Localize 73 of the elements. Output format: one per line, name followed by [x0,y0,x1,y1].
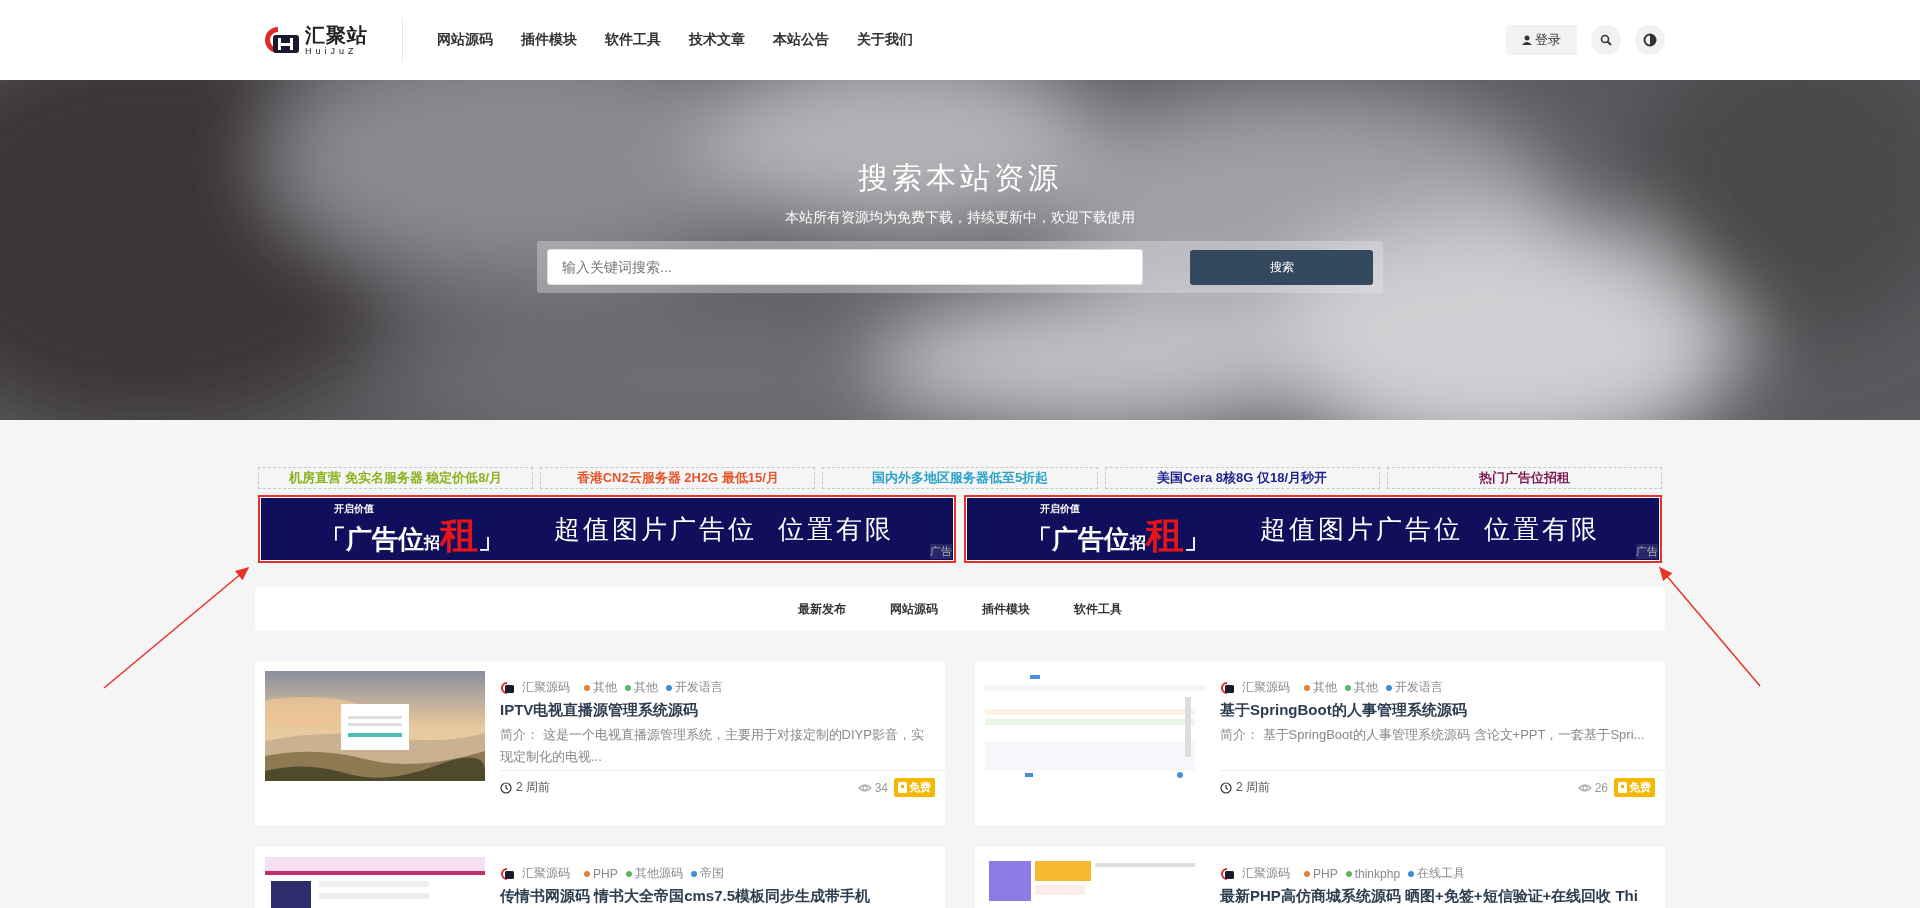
logo-icon [265,27,299,53]
source-label[interactable]: 汇聚源码 [1242,679,1290,696]
post-title[interactable]: IPTV电视直播源管理系统源码 [500,701,935,720]
eye-icon [1577,782,1592,793]
ad-headline: 「广告位招租」 [320,515,505,555]
ad-tagline: 开启价值 [1040,503,1081,515]
nav-link[interactable]: 网站源码 [423,25,507,55]
ad-slogan: 超值图片广告位 位置有限 [1260,512,1600,546]
tag-link[interactable]: PHP [1313,866,1338,881]
view-count: 26 [1594,780,1608,795]
ad-headline: 「广告位招租」 [1026,515,1211,555]
source-label[interactable]: 汇聚源码 [522,865,570,882]
hero-subtitle: 本站所有资源均为免费下载，持续更新中，欢迎下载使用 [785,209,1135,227]
tag-link[interactable]: 在线工具 [1417,865,1466,882]
post-excerpt: 简介： 基于SpringBoot的人事管理系统源码 含论文+PPT，一套基于Spri... [1220,726,1646,744]
tag-link[interactable]: 其他 [634,679,658,696]
tag-link[interactable]: PHP [593,866,618,881]
nav-link[interactable]: 本站公告 [759,25,843,55]
tag-link[interactable]: 其他源码 [634,865,683,882]
nav-link[interactable]: 软件工具 [591,25,675,55]
view-count: 34 [874,780,888,795]
theme-toggle-button[interactable] [1635,25,1665,55]
post-title[interactable]: 最新PHP高仿商城系统源码 晒图+免签+短信验证+在线回收 Thi [1220,887,1655,906]
tag-link[interactable]: 其他 [1354,679,1378,696]
text-ad-link[interactable]: 热门广告位招租 [1386,467,1662,489]
post-excerpt: 简介： 这是一个电视直播源管理系统，主要用于对接定制的DIYP影音，实现定制化的电视... [500,726,925,766]
coupon-icon [1618,782,1627,793]
ad-slogan: 超值图片广告位 位置有限 [554,512,894,546]
post-time: 2 周前 [1236,779,1270,796]
logo-icon [501,681,514,694]
banner-ad[interactable]: 开启价值 「广告位招租」 超值图片广告位 位置有限 广告 [964,495,1662,563]
price-badge: 免费 [1614,778,1655,797]
login-button[interactable]: 登录 [1506,25,1577,55]
ad-tagline: 开启价值 [334,503,375,515]
search-icon [1600,34,1612,46]
logo-subtitle: HuiJuZ [305,46,359,56]
tag-link[interactable]: 开发语言 [675,679,723,696]
logo-icon [1221,867,1234,880]
logo-name[interactable]: 汇聚站 [305,24,368,45]
search-button[interactable]: 搜索 [1190,249,1373,285]
hero-title: 搜索本站资源 [858,160,1062,196]
clock-icon [500,781,512,794]
banner-ad[interactable]: 开启价值 「广告位招租」 超值图片广告位 位置有限 广告 [258,495,956,563]
ad-label: 广告 [1636,544,1658,559]
user-icon [1522,35,1532,45]
logo-icon [501,867,514,880]
tab[interactable]: 插件模块 [966,594,1046,624]
nav-link[interactable]: 技术文章 [675,25,759,55]
search-field[interactable]: 输入关键词搜索... [547,249,1143,285]
tab[interactable]: 网站源码 [874,594,954,624]
logo-icon [1221,681,1234,694]
post-title[interactable]: 传情书网源码 情书大全帝国cms7.5模板同步生成带手机 [500,887,935,906]
tag-link[interactable]: thinkphp [1354,866,1401,881]
clock-icon [1220,781,1232,794]
source-label[interactable]: 汇聚源码 [522,679,570,696]
theme-icon [1643,33,1657,47]
tab[interactable]: 最新发布 [782,594,862,624]
search-button[interactable] [1591,25,1621,55]
eye-icon [857,782,872,793]
tag-link[interactable]: 其他 [593,679,617,696]
price-badge: 免费 [894,778,935,797]
tag-link[interactable]: 帝国 [699,865,724,882]
nav-link[interactable]: 关于我们 [843,25,927,55]
post-time: 2 周前 [516,779,550,796]
coupon-icon [898,782,907,793]
text-ad-link[interactable]: 美国Cera 8核8G 仅18/月秒开 [1104,467,1380,489]
nav-link[interactable]: 插件模块 [507,25,591,55]
tab[interactable]: 软件工具 [1058,594,1138,624]
tag-link[interactable]: 其他 [1313,679,1337,696]
tag-link[interactable]: 开发语言 [1395,679,1443,696]
post-title[interactable]: 基于SpringBoot的人事管理系统源码 [1220,701,1655,720]
ad-label: 广告 [930,544,952,559]
source-label[interactable]: 汇聚源码 [1242,865,1290,882]
